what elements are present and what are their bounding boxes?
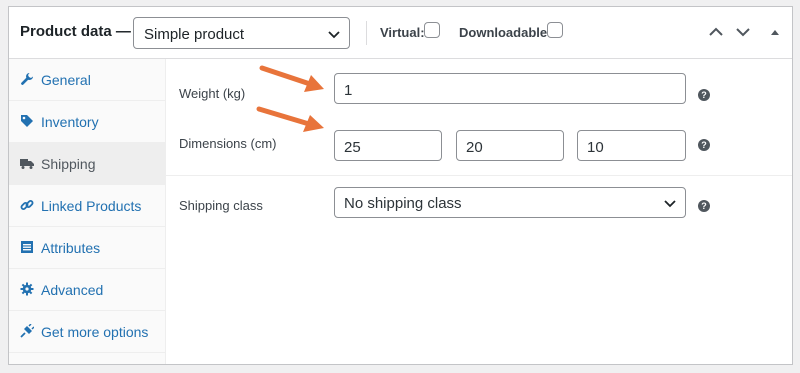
- move-down-icon[interactable]: [734, 23, 752, 41]
- tab-shipping-label: Shipping: [41, 156, 96, 172]
- tab-advanced-label: Advanced: [41, 282, 104, 298]
- dimensions-help-icon[interactable]: ?: [698, 139, 710, 151]
- downloadable-label: Downloadable:: [459, 25, 552, 40]
- weight-input[interactable]: 1: [334, 73, 686, 104]
- weight-label: Weight (kg): [179, 86, 246, 101]
- section-divider: [166, 175, 792, 176]
- tab-inventory[interactable]: Inventory: [9, 101, 165, 143]
- truck-icon: [20, 159, 34, 169]
- shipping-class-value: No shipping class: [344, 195, 462, 212]
- plugin-icon: [20, 324, 34, 338]
- wrench-icon: [21, 73, 33, 85]
- width-input[interactable]: 20: [456, 130, 564, 161]
- chevron-down-icon: [328, 31, 340, 39]
- move-up-icon[interactable]: [707, 23, 725, 41]
- panel-header: Product data — Simple product Virtual: D…: [9, 7, 792, 59]
- tab-linked-products[interactable]: Linked Products: [9, 185, 165, 227]
- list-icon: [21, 241, 33, 253]
- virtual-checkbox[interactable]: [424, 22, 440, 38]
- tab-linked-products-label: Linked Products: [41, 198, 142, 214]
- collapse-toggle-icon[interactable]: [766, 23, 784, 41]
- tag-icon: [21, 115, 33, 127]
- length-input[interactable]: 25: [334, 130, 442, 161]
- dimensions-label: Dimensions (cm): [179, 136, 277, 151]
- downloadable-checkbox[interactable]: [547, 22, 563, 38]
- shipping-class-select[interactable]: No shipping class: [334, 187, 686, 218]
- annotation-arrow-dimensions: [256, 106, 324, 132]
- tab-get-more-options[interactable]: Get more options: [9, 311, 165, 353]
- header-divider: [366, 21, 367, 45]
- tab-general-label: General: [41, 72, 91, 88]
- tab-general[interactable]: General: [9, 59, 165, 101]
- shipping-class-help-icon[interactable]: ?: [698, 200, 710, 212]
- tab-attributes-label: Attributes: [41, 240, 101, 256]
- product-data-tabs: General Inventory Shipping Linked Produc…: [9, 59, 166, 364]
- link-icon: [20, 200, 34, 210]
- product-type-value: Simple product: [144, 26, 245, 43]
- virtual-label: Virtual:: [380, 25, 425, 40]
- tab-shipping[interactable]: Shipping: [9, 143, 165, 185]
- annotation-arrow-weight: [259, 65, 324, 92]
- tab-advanced[interactable]: Advanced: [9, 269, 165, 311]
- panel-title: Product data —: [20, 23, 131, 40]
- tab-inventory-label: Inventory: [41, 114, 99, 130]
- height-input[interactable]: 10: [577, 130, 686, 161]
- chevron-down-icon: [664, 200, 676, 208]
- tab-attributes[interactable]: Attributes: [9, 227, 165, 269]
- gear-icon: [20, 282, 34, 296]
- product-data-panel: Product data — Simple product Virtual: D…: [8, 6, 793, 365]
- shipping-class-label: Shipping class: [179, 198, 263, 213]
- weight-help-icon[interactable]: ?: [698, 89, 710, 101]
- product-type-select[interactable]: Simple product: [133, 17, 350, 49]
- tab-get-more-options-label: Get more options: [41, 324, 149, 340]
